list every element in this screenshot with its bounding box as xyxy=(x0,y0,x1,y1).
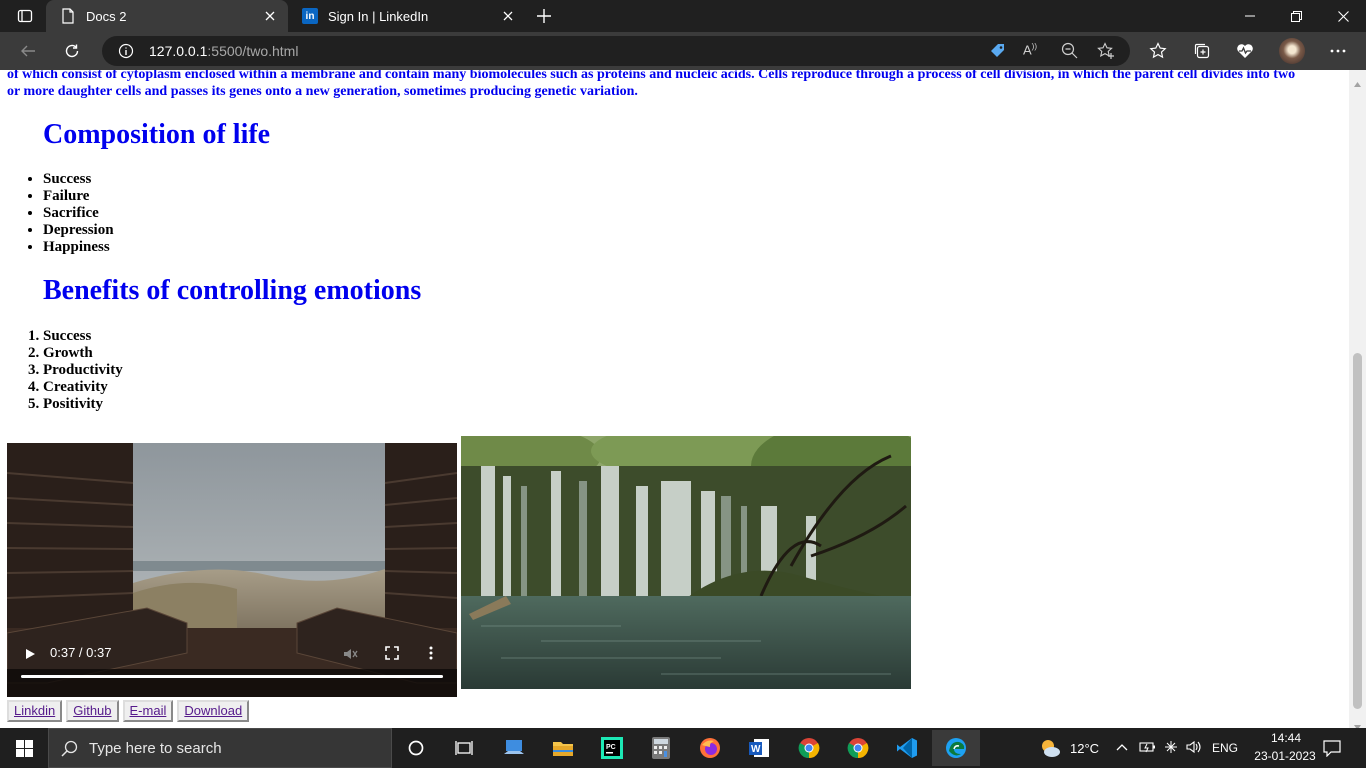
list-item: Creativity xyxy=(43,379,123,396)
clock-date[interactable]: 23-01-2023 xyxy=(1249,749,1321,763)
more-options-icon[interactable] xyxy=(1323,36,1353,66)
list-item: Growth xyxy=(43,345,123,362)
scroll-up-icon[interactable] xyxy=(1354,74,1361,92)
tab-title: Sign In | LinkedIn xyxy=(328,8,429,24)
heading-benefits: Benefits of controlling emotions xyxy=(43,275,422,306)
list-item: Success xyxy=(43,328,123,345)
address-bar[interactable]: 127.0.0.1:5500/two.html A)) xyxy=(102,36,1130,66)
intro-line-2: or more daughter cells and passes its ge… xyxy=(7,84,638,99)
video-player[interactable]: 0:37 / 0:37 xyxy=(7,443,457,697)
waterfall-image xyxy=(461,436,911,689)
vscode-icon[interactable] xyxy=(887,732,927,764)
list-item: Sacrifice xyxy=(43,205,114,222)
more-options-icon[interactable] xyxy=(429,646,433,665)
video-progress-fill xyxy=(21,675,443,678)
url-text: 127.0.0.1:5500/two.html xyxy=(149,43,298,59)
favorites-icon[interactable] xyxy=(1143,36,1173,66)
video-time: 0:37 / 0:37 xyxy=(50,645,112,660)
network-icon[interactable] xyxy=(1163,739,1179,760)
language-indicator[interactable]: ENG xyxy=(1212,741,1238,755)
close-window-button[interactable] xyxy=(1320,0,1366,32)
svg-text:W: W xyxy=(751,744,761,755)
github-link-button[interactable]: Github xyxy=(66,700,119,722)
task-view-icon[interactable] xyxy=(444,732,484,764)
file-explorer-icon[interactable] xyxy=(543,732,583,764)
tab-title: Docs 2 xyxy=(86,8,127,24)
browser-title-bar: Docs 2 in Sign In | LinkedIn xyxy=(0,0,1366,32)
vertical-scrollbar[interactable] xyxy=(1349,70,1366,730)
windows-start-icon[interactable] xyxy=(4,732,44,764)
calculator-icon[interactable] xyxy=(641,732,681,764)
windows-taskbar: Type here to search PC W 12°C ENG 14:44 … xyxy=(0,728,1366,768)
list-item: Productivity xyxy=(43,362,123,379)
browser-toolbar: 127.0.0.1:5500/two.html A)) xyxy=(0,32,1366,70)
close-tab-icon[interactable] xyxy=(500,8,516,24)
search-placeholder: Type here to search xyxy=(89,740,222,757)
url-path: :5500/two.html xyxy=(207,43,299,59)
shopping-tag-icon[interactable] xyxy=(989,42,1007,65)
minimize-button[interactable] xyxy=(1227,0,1273,32)
desktop-app-icon[interactable] xyxy=(494,732,534,764)
list-item: Failure xyxy=(43,188,114,205)
battery-icon[interactable] xyxy=(1139,740,1157,759)
link-buttons: Linkdin Github E-mail Download xyxy=(7,700,250,722)
search-icon xyxy=(61,740,78,762)
add-favorite-icon[interactable] xyxy=(1097,42,1115,65)
taskbar-search-box[interactable]: Type here to search xyxy=(48,728,392,768)
refresh-button[interactable] xyxy=(57,36,87,66)
new-tab-button[interactable] xyxy=(530,0,558,32)
tab-docs-2[interactable]: Docs 2 xyxy=(46,0,288,32)
chevron-up-icon[interactable] xyxy=(1116,741,1128,759)
read-aloud-icon[interactable]: A)) xyxy=(1023,42,1037,57)
profile-avatar[interactable] xyxy=(1277,36,1307,66)
fullscreen-icon[interactable] xyxy=(385,646,399,665)
svg-text:PC: PC xyxy=(606,744,616,751)
tab-actions-icon[interactable] xyxy=(10,0,40,32)
page-viewport: of which consist of cytoplasm enclosed w… xyxy=(0,70,1349,728)
pycharm-icon[interactable]: PC xyxy=(592,732,632,764)
weather-temperature[interactable]: 12°C xyxy=(1070,741,1099,756)
weather-icon[interactable] xyxy=(1039,738,1061,763)
download-link-button[interactable]: Download xyxy=(177,700,250,722)
scrollbar-thumb[interactable] xyxy=(1353,353,1362,709)
chrome-icon[interactable] xyxy=(789,732,829,764)
chrome-icon[interactable] xyxy=(838,732,878,764)
edge-icon[interactable] xyxy=(932,730,980,766)
clock-time[interactable]: 14:44 xyxy=(1264,731,1308,745)
composition-list: Success Failure Sacrifice Depression Hap… xyxy=(43,171,114,256)
email-link-button[interactable]: E-mail xyxy=(122,700,174,722)
heading-composition-of-life: Composition of life xyxy=(43,119,271,150)
intro-line-1: of which consist of cytoplasm enclosed w… xyxy=(7,70,1296,82)
video-progress-bar[interactable] xyxy=(21,675,443,678)
zoom-out-icon[interactable] xyxy=(1061,42,1078,64)
back-button[interactable] xyxy=(13,36,43,66)
cortana-icon[interactable] xyxy=(396,732,436,764)
list-item: Depression xyxy=(43,222,114,239)
linkedin-link-button[interactable]: Linkdin xyxy=(7,700,63,722)
mute-icon[interactable] xyxy=(342,646,358,667)
tab-linkedin[interactable]: in Sign In | LinkedIn xyxy=(288,0,526,32)
volume-icon[interactable] xyxy=(1185,739,1203,760)
intro-paragraph: of which consist of cytoplasm enclosed w… xyxy=(7,70,1342,100)
document-icon xyxy=(60,8,76,24)
url-host: 127.0.0.1 xyxy=(149,43,208,59)
list-item: Happiness xyxy=(43,239,114,256)
list-item: Positivity xyxy=(43,396,123,413)
firefox-icon[interactable] xyxy=(690,732,730,764)
linkedin-icon: in xyxy=(302,8,318,24)
play-icon[interactable] xyxy=(24,647,36,665)
browser-essentials-icon[interactable] xyxy=(1230,36,1260,66)
collections-icon[interactable] xyxy=(1187,36,1217,66)
restore-button[interactable] xyxy=(1273,0,1319,32)
word-icon[interactable]: W xyxy=(739,732,779,764)
close-tab-icon[interactable] xyxy=(262,8,278,24)
benefits-list: Success Growth Productivity Creativity P… xyxy=(43,328,123,413)
site-info-icon[interactable] xyxy=(118,43,134,64)
notification-icon[interactable] xyxy=(1323,739,1341,762)
list-item: Success xyxy=(43,171,114,188)
